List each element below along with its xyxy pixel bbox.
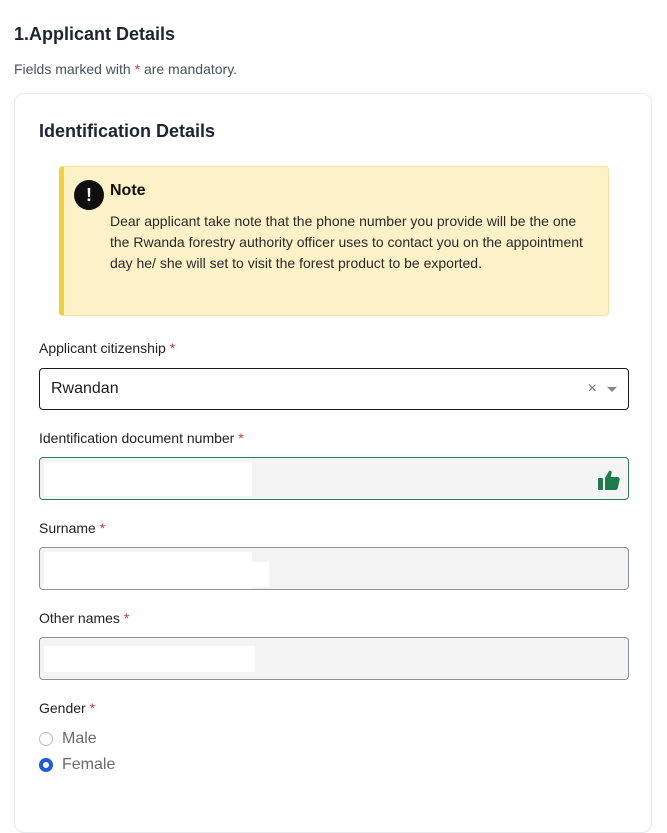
required-star: * <box>134 61 141 77</box>
surname-label-text: Surname <box>39 520 96 536</box>
note-text: Dear applicant take note that the phone … <box>110 213 583 271</box>
exclamation-glyph: ! <box>86 184 92 205</box>
required-star: * <box>89 700 96 716</box>
surname-label: Surname * <box>39 520 105 536</box>
gender-label: Gender * <box>39 700 95 716</box>
note-title: Note <box>110 182 146 199</box>
gender-option-female[interactable]: Female <box>39 756 115 774</box>
clear-icon[interactable]: × <box>588 380 597 398</box>
chevron-down-icon[interactable] <box>607 387 617 392</box>
redacted-area <box>44 646 255 672</box>
gender-label-text: Gender <box>39 700 86 716</box>
required-star: * <box>123 610 130 626</box>
mandatory-note-prefix: Fields marked with <box>14 61 131 77</box>
required-star: * <box>99 520 106 536</box>
gender-option-male[interactable]: Male <box>39 730 97 748</box>
citizenship-label: Applicant citizenship * <box>39 340 175 356</box>
redacted-area <box>252 562 269 587</box>
card-title: Identification Details <box>39 121 216 141</box>
other-names-label: Other names * <box>39 610 129 626</box>
radio-button[interactable] <box>39 758 53 772</box>
mandatory-note-suffix: are mandatory. <box>143 61 238 77</box>
thumbs-up-icon <box>598 470 620 490</box>
required-star: * <box>238 430 244 446</box>
redacted-area <box>44 552 252 589</box>
radio-button[interactable] <box>39 732 53 746</box>
citizenship-selected-value: Rwandan <box>51 380 119 397</box>
section-title: 1.Applicant Details <box>14 24 176 44</box>
mandatory-note: Fields marked with * are mandatory. <box>14 61 237 77</box>
other-names-label-text: Other names <box>39 610 120 626</box>
id-number-label: Identification document number * <box>39 430 244 446</box>
redacted-area <box>44 462 252 496</box>
citizenship-select[interactable]: Rwandan × <box>39 368 629 410</box>
exclamation-icon: ! <box>74 180 104 210</box>
required-star: * <box>169 340 176 356</box>
gender-option-label: Female <box>62 756 116 773</box>
gender-option-label: Male <box>62 730 97 747</box>
citizenship-label-text: Applicant citizenship <box>39 340 166 356</box>
id-number-label-text: Identification document number <box>39 430 235 446</box>
